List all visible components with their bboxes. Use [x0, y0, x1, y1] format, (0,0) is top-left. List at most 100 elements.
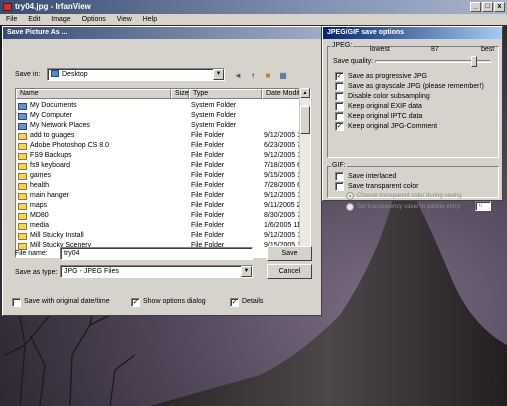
- file-type: File Folder: [191, 172, 225, 179]
- gif-option-checkbox[interactable]: [335, 182, 344, 191]
- jpeg-option-label: Keep original JPG-Comment: [348, 123, 438, 130]
- file-row[interactable]: Adobe Photoshop CS 8.0 File Folder 6/23/20…: [16, 141, 310, 151]
- jpeg-option-label: Keep original EXIF data: [348, 103, 422, 110]
- gif-transparency-radio[interactable]: [346, 203, 354, 211]
- save-dialog-title: Save Picture As ...: [3, 27, 321, 39]
- file-name: fs9 keyboard: [30, 162, 71, 169]
- folder-icon: [18, 243, 27, 250]
- file-row[interactable]: maps File Folder 9/11/2005 2:: [16, 201, 310, 211]
- file-row[interactable]: My Documents System Folder: [16, 101, 310, 111]
- menu-options[interactable]: Options: [82, 16, 106, 23]
- quality-slider-thumb[interactable]: [471, 56, 477, 67]
- file-row[interactable]: Mill Stucky Install File Folder 9/12/2005 …: [16, 231, 310, 241]
- maximize-button[interactable]: □: [482, 2, 493, 12]
- jpeg-option-checkbox[interactable]: [335, 112, 344, 121]
- file-type: File Folder: [191, 152, 225, 159]
- file-name: FS9 Backups: [30, 152, 72, 159]
- back-icon[interactable]: ◄: [232, 70, 244, 82]
- gif-option-checkbox[interactable]: [335, 172, 344, 181]
- scroll-thumb[interactable]: [300, 106, 310, 134]
- column-header-name[interactable]: Name: [16, 89, 171, 99]
- file-date: 7/18/2005 6:: [264, 162, 303, 169]
- irfanview-logo-icon: [3, 3, 12, 11]
- folder-icon: [18, 213, 27, 220]
- file-name: Mill Stucky Install: [30, 232, 84, 239]
- close-button[interactable]: x: [494, 2, 505, 12]
- file-type: File Folder: [191, 162, 225, 169]
- folder-icon: [18, 183, 27, 190]
- chevron-down-icon[interactable]: ▼: [241, 266, 252, 277]
- menu-image[interactable]: Image: [51, 16, 70, 23]
- jpeg-option-checkbox[interactable]: [335, 82, 344, 91]
- file-name: media: [30, 222, 50, 229]
- file-row[interactable]: FS9 Backups File Folder 9/12/2005 10:: [16, 151, 310, 161]
- file-type: File Folder: [191, 192, 225, 199]
- save-original-date-checkbox[interactable]: [12, 298, 21, 307]
- file-name: add to guages: [30, 132, 75, 139]
- main-window-title: try04.jpg - IrfanView: [15, 2, 91, 11]
- file-row[interactable]: add to guages File Folder 9/12/2005 10:: [16, 131, 310, 141]
- jpeg-option-checkbox[interactable]: ✓: [335, 72, 344, 81]
- show-options-checkbox[interactable]: ✓: [131, 298, 140, 307]
- file-row[interactable]: MD80 File Folder 8/30/2005 7:: [16, 211, 310, 221]
- jpeg-option-checkbox[interactable]: [335, 92, 344, 101]
- minimize-button[interactable]: _: [470, 2, 481, 12]
- folder-icon: [18, 193, 27, 200]
- main-title-bar: try04.jpg - IrfanView _ □ x: [0, 0, 507, 14]
- jpeg-option-checkbox[interactable]: [335, 102, 344, 111]
- file-row[interactable]: media File Folder 1/6/2005 11:: [16, 221, 310, 231]
- file-row[interactable]: My Network Places System Folder: [16, 121, 310, 131]
- file-type: File Folder: [191, 142, 225, 149]
- desktop-icon: [51, 70, 59, 77]
- palette-entry-input[interactable]: [475, 201, 491, 211]
- view-menu-icon[interactable]: ▦: [277, 70, 289, 82]
- file-list[interactable]: Name Size Type Date Modified My Document…: [15, 88, 311, 258]
- file-type: File Folder: [191, 182, 225, 189]
- quality-label: Save quality:: [333, 58, 374, 65]
- file-name: MD80: [30, 212, 49, 219]
- file-type: System Folder: [191, 102, 237, 109]
- file-name: main hanger: [30, 192, 69, 199]
- file-type: File Folder: [191, 132, 225, 139]
- quality-slider[interactable]: [375, 56, 491, 67]
- file-name: health: [30, 182, 50, 189]
- file-name: Adobe Photoshop CS 8.0: [30, 142, 110, 149]
- folder-icon: [18, 143, 27, 150]
- column-header-type[interactable]: Type: [189, 89, 262, 99]
- save-button[interactable]: Save: [267, 246, 312, 261]
- cancel-button[interactable]: Cancel: [267, 264, 312, 279]
- file-name: games: [30, 172, 52, 179]
- file-list-scrollbar[interactable]: ▲ ▼: [299, 88, 310, 258]
- folder-icon: [18, 133, 27, 140]
- menu-file[interactable]: File: [6, 16, 17, 23]
- scroll-up-icon[interactable]: ▲: [300, 88, 310, 98]
- file-row[interactable]: games File Folder 9/15/2005 10:: [16, 171, 310, 181]
- gif-option-label: Save interlaced: [348, 173, 397, 180]
- details-label: Details: [242, 298, 264, 305]
- menu-view[interactable]: View: [117, 16, 132, 23]
- column-header-size[interactable]: Size: [171, 89, 189, 99]
- folder-icon: [18, 163, 27, 170]
- jpeg-option-checkbox[interactable]: ✓: [335, 122, 344, 131]
- new-folder-icon[interactable]: ■: [262, 70, 274, 82]
- chevron-down-icon[interactable]: ▼: [213, 69, 224, 80]
- file-type: File Folder: [191, 202, 225, 209]
- gif-transparency-radio[interactable]: [346, 192, 354, 200]
- quality-high-label: best: [481, 46, 495, 53]
- file-name-input[interactable]: [60, 247, 253, 260]
- details-checkbox[interactable]: ✓: [230, 298, 239, 307]
- file-row[interactable]: My Computer System Folder: [16, 111, 310, 121]
- file-type: System Folder: [191, 122, 237, 129]
- file-name: My Computer: [30, 112, 73, 119]
- save-as-type-combo[interactable]: JPG - JPEG Files ▼: [60, 265, 253, 278]
- file-type: File Folder: [191, 212, 225, 219]
- save-in-value: Desktop: [62, 71, 88, 78]
- menu-help[interactable]: Help: [143, 16, 157, 23]
- save-in-combo[interactable]: Desktop ▼: [47, 68, 225, 81]
- file-row[interactable]: main hanger File Folder 9/12/2005 10:: [16, 191, 310, 201]
- file-row[interactable]: health File Folder 7/28/2005 6:: [16, 181, 310, 191]
- file-row[interactable]: fs9 keyboard File Folder 7/18/2005 6:: [16, 161, 310, 171]
- up-folder-icon[interactable]: ↑: [247, 70, 259, 82]
- menu-edit[interactable]: Edit: [28, 16, 40, 23]
- file-date: 8/30/2005 7:: [264, 212, 303, 219]
